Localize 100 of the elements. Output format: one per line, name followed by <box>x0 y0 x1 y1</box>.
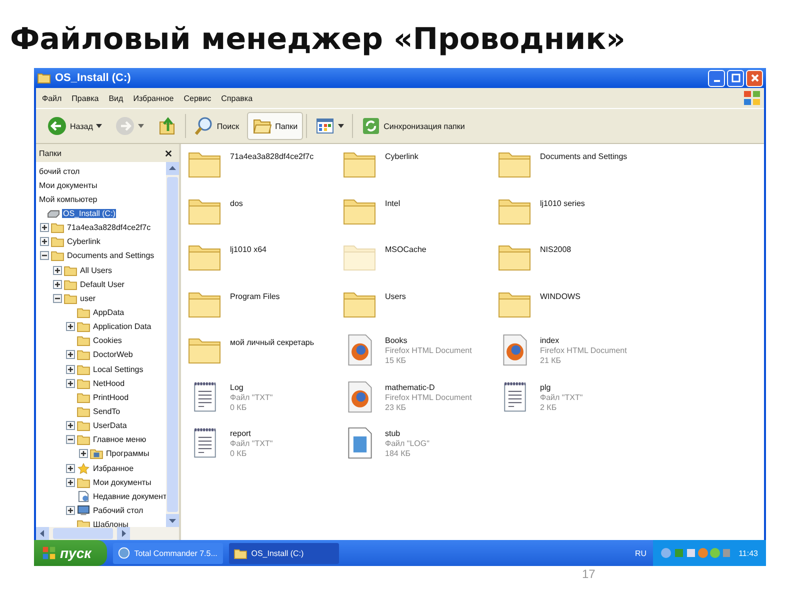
expand-icon[interactable] <box>79 449 88 458</box>
tree-item[interactable]: Мой компьютер <box>38 194 98 204</box>
expand-icon[interactable] <box>66 364 75 374</box>
window-title: OS_Install (C:) <box>55 72 131 84</box>
file-name[interactable]: lj1010 series <box>540 198 585 208</box>
expand-icon[interactable] <box>40 237 49 246</box>
tray-icons-drawing[interactable] <box>660 547 731 559</box>
page-number: 17 <box>582 567 596 581</box>
scroll-up-icon[interactable] <box>166 162 179 175</box>
tree-item[interactable]: SendTo <box>92 406 122 416</box>
menu-item[interactable]: Файл <box>42 94 62 102</box>
file-name[interactable]: Cyberlink <box>385 152 418 162</box>
tree-item[interactable]: DoctorWeb <box>92 350 134 360</box>
folder-icon <box>77 378 90 389</box>
file-size: 0 КБ <box>230 449 248 459</box>
maximize-button[interactable] <box>727 70 744 86</box>
file-name[interactable]: dos <box>230 198 243 208</box>
tree-item[interactable]: Local Settings <box>92 364 144 374</box>
file-name[interactable]: MSOCache <box>385 245 426 255</box>
menu-item[interactable]: Вид <box>108 94 124 102</box>
file-name[interactable]: 71a4ea3a828df4ce2f7c <box>230 152 314 162</box>
tree-item[interactable]: All Users <box>79 266 114 275</box>
minimize-button[interactable] <box>708 70 725 86</box>
expand-icon[interactable] <box>66 464 75 473</box>
folder-icon <box>64 264 77 276</box>
menu-item[interactable]: Сервис <box>184 94 212 102</box>
file-name[interactable]: mathematic-D <box>385 382 472 392</box>
tree-item[interactable]: Мои документы <box>38 180 98 190</box>
search-button[interactable]: Поиск <box>188 112 244 140</box>
expand-icon[interactable] <box>66 378 75 388</box>
file-name[interactable]: lj1010 x64 <box>230 245 266 255</box>
expand-icon[interactable] <box>40 223 49 232</box>
search-icon <box>194 116 214 136</box>
folder-icon <box>77 349 90 360</box>
tree-item[interactable]: NetHood <box>92 378 126 388</box>
file-name[interactable]: WINDOWS <box>540 292 580 302</box>
expand-icon[interactable] <box>66 322 75 332</box>
file-name[interactable]: Users <box>385 292 406 302</box>
collapse-icon[interactable] <box>53 294 62 303</box>
file-name[interactable]: report <box>230 429 273 439</box>
file-name[interactable]: Documents and Settings <box>540 152 628 162</box>
close-button[interactable] <box>164 148 173 158</box>
vertical-scrollbar[interactable] <box>166 162 179 527</box>
file-type: Файл "LOG" <box>385 439 430 449</box>
collapse-icon[interactable] <box>40 251 49 260</box>
tree-item[interactable]: Documents and Settings <box>66 251 156 260</box>
expand-icon[interactable] <box>66 506 75 515</box>
tree-item[interactable]: Избранное <box>92 464 135 473</box>
file-name[interactable]: index <box>540 336 627 346</box>
file-name[interactable]: stub <box>385 429 430 439</box>
tree-item[interactable]: бочий стол <box>38 166 81 176</box>
file-name[interactable]: NIS2008 <box>540 245 572 255</box>
horizontal-scrollbar[interactable] <box>36 527 179 540</box>
collapse-icon[interactable] <box>66 435 75 444</box>
clock: 11:43 <box>738 548 758 558</box>
expand-icon[interactable] <box>53 266 62 275</box>
folder-icon <box>64 292 77 304</box>
tree-item[interactable]: Рабочий стол <box>92 506 144 515</box>
file-type: Firefox HTML Document <box>540 346 627 356</box>
taskbar-button[interactable]: OS_Install (C:) <box>229 542 340 564</box>
expand-icon[interactable] <box>66 478 75 487</box>
tree-item[interactable]: Application Data <box>92 322 152 332</box>
tree-item[interactable]: AppData <box>92 308 126 317</box>
file-name[interactable]: Intel <box>385 198 400 208</box>
scroll-down-icon[interactable] <box>166 514 179 527</box>
tree-item[interactable]: Шаблоны <box>92 520 130 527</box>
expand-icon[interactable] <box>53 280 62 289</box>
scroll-left-icon[interactable] <box>36 527 49 540</box>
scroll-right-icon[interactable] <box>117 527 130 540</box>
tree-item[interactable]: Мои документы <box>92 478 152 487</box>
folders-button[interactable]: Папки <box>247 112 303 140</box>
file-size: 21 КБ <box>540 356 562 366</box>
tree-item[interactable]: 71a4ea3a828df4ce2f7c <box>66 223 152 232</box>
file-name[interactable]: plg <box>540 382 583 392</box>
language-indicator[interactable]: RU <box>635 548 647 558</box>
tree-item[interactable]: Default User <box>79 280 126 289</box>
taskbar-button[interactable]: Total Commander 7.5... <box>113 542 224 564</box>
menu-item[interactable]: Избранное <box>133 94 174 102</box>
back-button[interactable]: Назад <box>42 112 107 140</box>
file-name[interactable]: Log <box>230 382 273 392</box>
tree-item[interactable]: Cyberlink <box>66 237 102 246</box>
expand-icon[interactable] <box>66 350 75 360</box>
file-name[interactable]: Books <box>385 336 472 346</box>
file-type: Firefox HTML Document <box>385 346 472 356</box>
tree-item[interactable]: Программы <box>105 449 150 458</box>
menu-item[interactable]: Справка <box>221 94 253 102</box>
tree-item[interactable]: Cookies <box>92 336 123 346</box>
folder-icon <box>77 392 90 403</box>
tree-item[interactable]: PrintHood <box>92 392 130 402</box>
file-name[interactable]: мой личный секретарь <box>230 338 314 348</box>
tree-item[interactable]: OS_Install (C:) <box>62 208 116 218</box>
tree-item[interactable]: UserData <box>92 421 128 430</box>
file-name[interactable]: Program Files <box>230 292 280 302</box>
sync-button[interactable]: Синхронизация папки <box>356 112 470 140</box>
tree-item[interactable]: Главное меню <box>92 435 148 444</box>
star-icon <box>77 462 90 474</box>
expand-icon[interactable] <box>66 421 75 430</box>
menu-item[interactable]: Правка <box>72 94 99 102</box>
start-button[interactable]: пуск <box>34 540 108 566</box>
tree-item[interactable]: user <box>79 294 97 303</box>
